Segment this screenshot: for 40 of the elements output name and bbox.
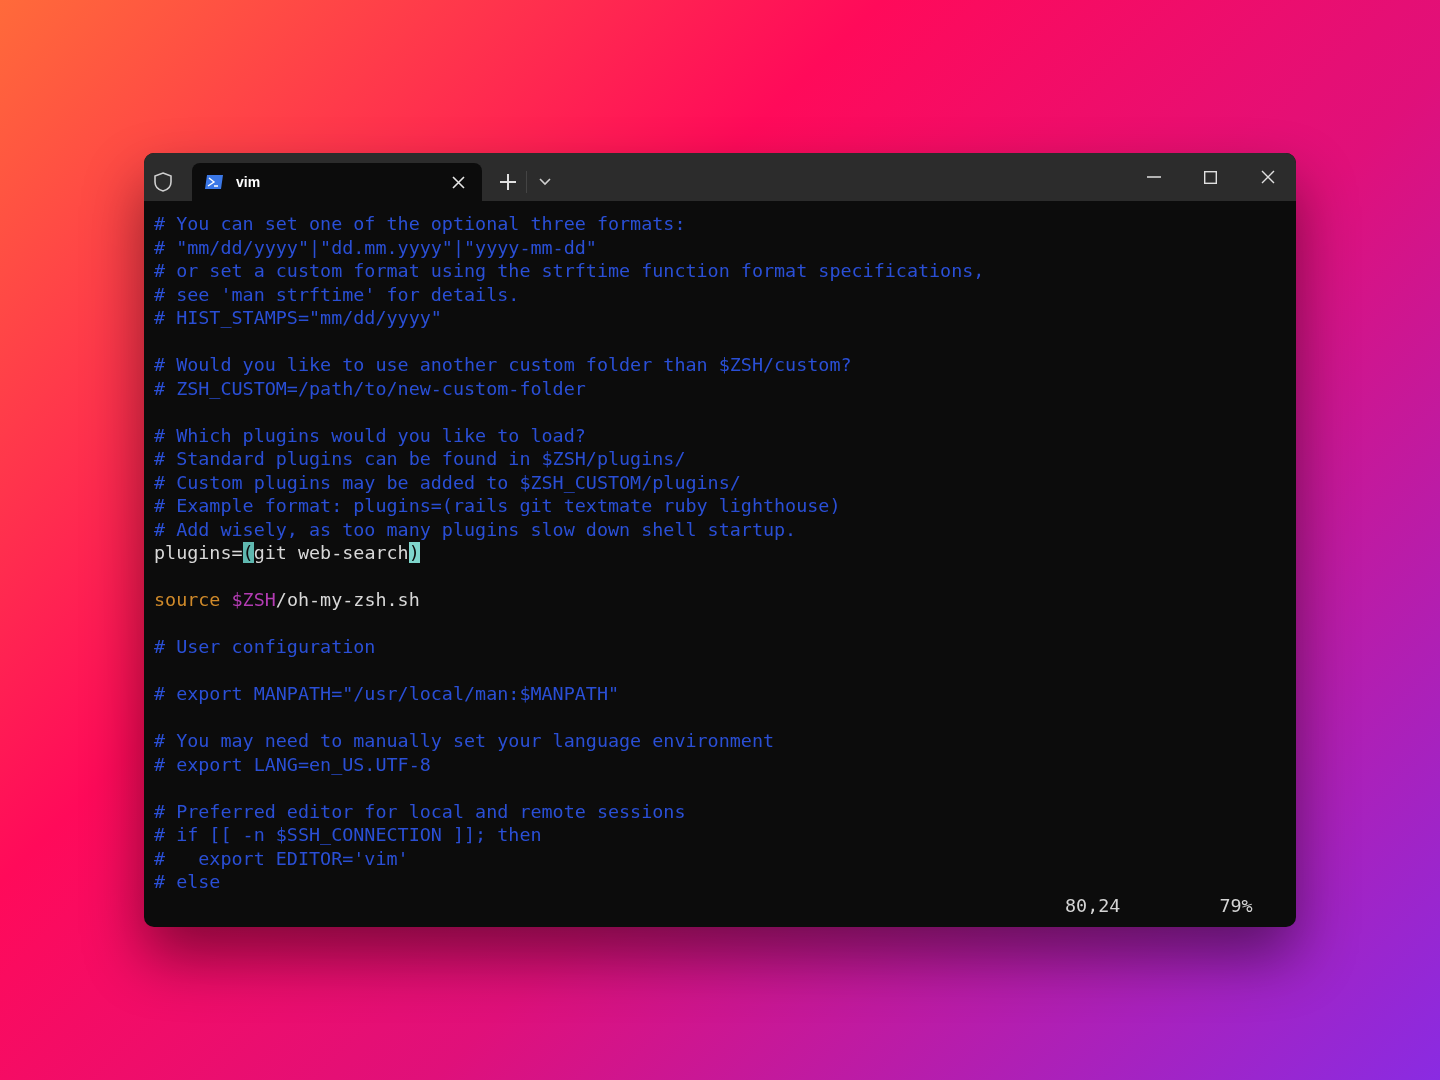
code-comment: # User configuration bbox=[154, 636, 376, 657]
code-comment: # "mm/dd/yyyy"|"dd.mm.yyyy"|"yyyy-mm-dd" bbox=[154, 236, 597, 258]
chevron-down-icon bbox=[539, 178, 551, 186]
plus-icon bbox=[499, 173, 517, 191]
maximize-icon bbox=[1204, 170, 1217, 184]
code-text: /oh-my-zsh.sh bbox=[275, 589, 420, 610]
matching-bracket: ( bbox=[242, 542, 254, 563]
code-comment: # Which plugins would you like to load? bbox=[154, 424, 586, 446]
code-comment: # export MANPATH="/usr/local/man:$MANPATH" bbox=[154, 683, 620, 704]
tab-title: vim bbox=[236, 172, 262, 192]
minimize-icon bbox=[1146, 176, 1161, 178]
code-text: git web-search bbox=[253, 542, 409, 563]
code-comment: # if [[ -n $SSH_CONNECTION ]]; then bbox=[154, 824, 542, 845]
code-comment: # export EDITOR='vim' bbox=[154, 847, 409, 869]
code-comment: # Standard plugins can be found in $ZSH/plugins/ bbox=[154, 448, 686, 469]
scroll-percentage: 79% bbox=[1219, 893, 1253, 917]
code-comment: # You may need to manually set your language environment bbox=[154, 730, 775, 751]
code-comment: # else bbox=[154, 871, 221, 892]
tab-close-button[interactable] bbox=[450, 174, 466, 190]
code-comment: # Add wisely, as too many plugins slow down shell startup. bbox=[154, 518, 797, 540]
code-comment: # export LANG=en_US.UTF-8 bbox=[154, 753, 431, 775]
code-text: plugins= bbox=[154, 542, 243, 563]
terminal-icon bbox=[204, 174, 224, 190]
code-comment: # Example format: plugins=(rails git textmate ruby lighthouse) bbox=[154, 495, 841, 516]
code-comment: # Would you like to use another custom folder than $ZSH/custom? bbox=[154, 354, 852, 375]
close-icon bbox=[1260, 170, 1275, 184]
text-cursor: ) bbox=[408, 542, 420, 563]
code-comment: # Preferred editor for local and remote sessions bbox=[154, 800, 686, 822]
code-comment: # or set a custom format using the strftime function format specifications, bbox=[154, 260, 985, 281]
close-icon bbox=[451, 175, 465, 189]
tab[interactable]: vim bbox=[192, 163, 482, 201]
cursor-position: 80,24 bbox=[1065, 893, 1121, 917]
code-comment: # HIST_STAMPS="mm/dd/yyyy" bbox=[154, 307, 442, 328]
code-comment: # see 'man strftime' for details. bbox=[154, 283, 520, 305]
code-keyword: source bbox=[154, 589, 222, 610]
code-comment: # Custom plugins may be added to $ZSH_CUSTOM/plugins/ bbox=[154, 471, 741, 493]
shield-icon bbox=[152, 171, 174, 193]
code-variable: $ZSH bbox=[231, 589, 276, 610]
code-comment: # You can set one of the optional three formats: bbox=[154, 213, 686, 234]
code-comment: # ZSH_CUSTOM=/path/to/new-custom-folder bbox=[154, 377, 586, 399]
